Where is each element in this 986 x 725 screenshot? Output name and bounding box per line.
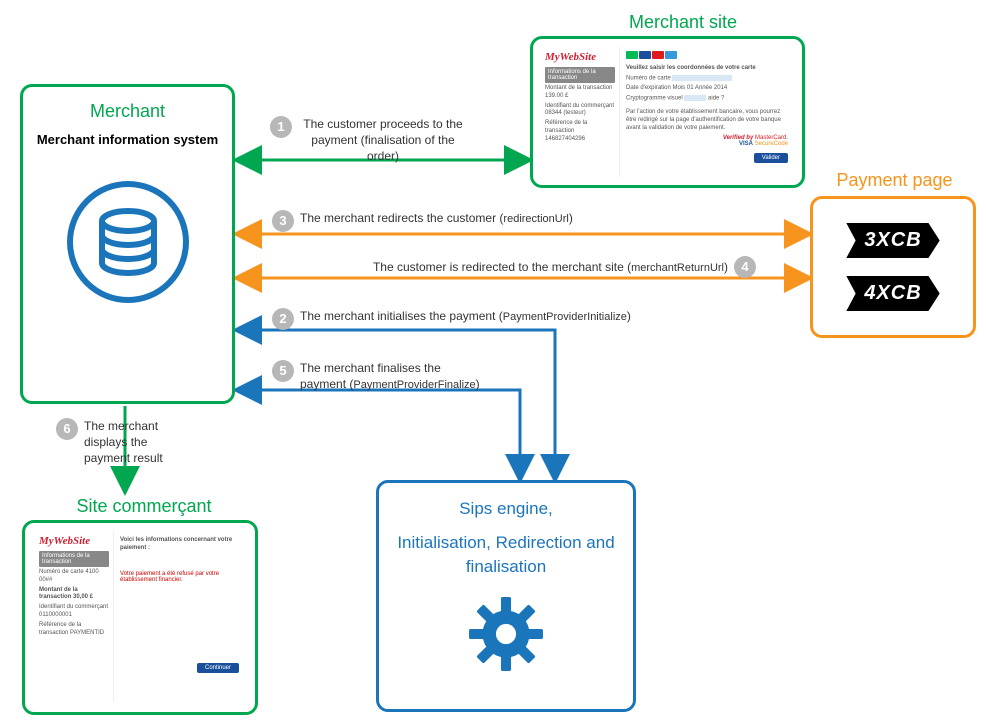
list-item: Référence de la transaction 146827404296 (545, 120, 615, 143)
step-3: 3 The merchant redirects the customer (r… (272, 210, 573, 232)
step-text-tail: ) (627, 309, 631, 323)
step-6: 6 The merchant displays the payment resu… (56, 418, 194, 467)
chip-4xcb: 4XCB (846, 276, 939, 311)
merchant-title: Merchant (33, 101, 222, 122)
step-1: 1 The customer proceeds to the payment (… (270, 116, 468, 165)
list-item: Référence de la transaction PAYMENTID (39, 622, 109, 638)
database-icon (63, 177, 193, 307)
site-commercant-node: MyWebSite Informations de la transaction… (22, 520, 258, 715)
step-code: PaymentProviderInitialize (503, 311, 627, 323)
list-item: Numéro de carte 4100 00## (39, 569, 109, 585)
card-icons (626, 51, 788, 61)
step-number: 4 (734, 256, 756, 278)
step-4: The customer is redirected to the mercha… (272, 256, 762, 278)
step-text: The customer is redirected to the mercha… (373, 260, 631, 274)
list-item: Montant de la transaction 139.00 £ (545, 85, 615, 101)
brand-logo: MyWebSite (545, 51, 615, 63)
notice-text: Par l'action de votre établissement banc… (626, 109, 788, 132)
site-commercant-title: Site commerçant (44, 496, 244, 517)
field-label: Date d'expiration (626, 85, 671, 91)
step-text-tail: ) (476, 377, 480, 391)
sidebar-header: Informations de la transaction (545, 67, 615, 83)
step-2: 2 The merchant initialises the payment (… (272, 308, 631, 330)
validate-button: Valider (754, 153, 788, 163)
sips-line1: Sips engine, (397, 497, 615, 521)
list-item: Identifiant du commerçant 0110000001 (39, 604, 109, 620)
payment-page-node: 3XCB 4XCB (810, 196, 976, 338)
error-message: Votre paiement a été refusé par votre ét… (120, 571, 239, 583)
merchant-subtitle: Merchant information system (33, 132, 222, 149)
gear-icon (464, 592, 548, 676)
step-number: 6 (56, 418, 78, 440)
form-title: Veuillez saisir les coordonnées de votre… (626, 65, 788, 73)
merchant-site-node: MyWebSite Informations de la transaction… (530, 36, 805, 188)
sidebar-header: Informations de la transaction (39, 551, 109, 567)
chip-3xcb: 3XCB (846, 223, 939, 258)
step-number: 1 (270, 116, 292, 138)
step-text: The merchant displays the payment result (84, 418, 194, 467)
step-code: merchantReturnUrl (631, 262, 724, 274)
step-number: 5 (272, 360, 294, 382)
merchant-site-thumbnail: MyWebSite Informations de la transaction… (541, 47, 794, 177)
sips-line2: Initialisation, Redirection and finalisa… (397, 531, 615, 579)
step-code: redirectionUrl (503, 213, 568, 225)
continue-button: Continuer (197, 663, 239, 673)
step-code: PaymentProviderFinalize (353, 379, 475, 391)
site-commercant-thumbnail: MyWebSite Informations de la transaction… (35, 531, 245, 702)
step-number: 3 (272, 210, 294, 232)
step-5: 5 The merchant finalises the payment (Pa… (272, 360, 490, 393)
step-number: 2 (272, 308, 294, 330)
merchant-site-title: Merchant site (533, 12, 833, 33)
payment-page-title: Payment page (812, 170, 977, 191)
step-text: The merchant initialises the payment ( (300, 309, 503, 323)
field-value: Mois 01 Année 2014 (673, 85, 728, 91)
security-logos: Verified by MasterCard. VISA SecureCode (626, 135, 788, 147)
step-text-tail: ) (569, 211, 573, 225)
merchant-node: Merchant Merchant information system (20, 84, 235, 404)
step-text: The merchant redirects the customer ( (300, 211, 503, 225)
list-item: Identifiant du commerçant 08344 (testeur… (545, 103, 615, 119)
sips-engine-node: Sips engine, Initialisation, Redirection… (376, 480, 636, 712)
step-text: The customer proceeds to the payment (fi… (298, 116, 468, 165)
field-label: Numéro de carte (626, 75, 671, 81)
step-text-tail: ) (724, 260, 728, 274)
list-item: Montant de la transaction 30,00 £ (39, 587, 109, 603)
brand-logo: MyWebSite (39, 535, 109, 547)
field-label: Cryptogramme visuel (626, 96, 683, 102)
result-heading: Voici les informations concernant votre … (120, 537, 239, 553)
field-hint: aide ? (708, 96, 724, 102)
